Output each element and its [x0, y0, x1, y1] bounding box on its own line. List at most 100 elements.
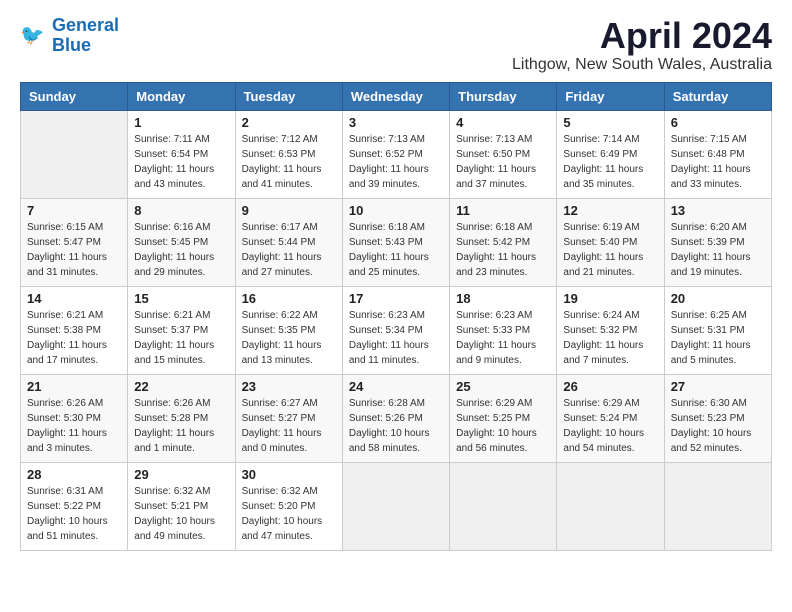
- calendar-cell: 23Sunrise: 6:27 AMSunset: 5:27 PMDayligh…: [235, 374, 342, 462]
- weekday-header-friday: Friday: [557, 82, 664, 110]
- calendar-cell: 24 Sunrise: 6:28 AMSunset: 5:26 PMDayligh…: [342, 374, 449, 462]
- weekday-header-saturday: Saturday: [664, 82, 771, 110]
- day-number: 20: [671, 291, 765, 306]
- day-info: Sunrise: 7:11 AMSunset: 6:54 PMDaylight:…: [134, 132, 228, 192]
- calendar-cell: 1 Sunrise: 7:11 AMSunset: 6:54 PMDaylight…: [128, 110, 235, 198]
- calendar-cell: 27 Sunrise: 6:30 AMSunset: 5:23 PMDayligh…: [664, 374, 771, 462]
- day-number: 4: [456, 115, 550, 130]
- calendar-cell: 18 Sunrise: 6:23 AMSunset: 5:33 PMDayligh…: [450, 286, 557, 374]
- weekday-header-thursday: Thursday: [450, 82, 557, 110]
- day-info: Sunrise: 6:17 AMSunset: 5:44 PMDaylight:…: [242, 220, 336, 280]
- calendar-cell: 19 Sunrise: 6:24 AMSunset: 5:32 PMDayligh…: [557, 286, 664, 374]
- day-number: 10: [349, 203, 443, 218]
- day-info: Sunrise: 7:13 AMSunset: 6:50 PMDaylight:…: [456, 132, 550, 192]
- day-info: Sunrise: 6:15 AMSunset: 5:47 PMDaylight:…: [27, 220, 121, 280]
- calendar-cell: 17Sunrise: 6:23 AMSunset: 5:34 PMDayligh…: [342, 286, 449, 374]
- day-number: 26: [563, 379, 657, 394]
- calendar-cell: 28 Sunrise: 6:31 AMSunset: 5:22 PMDayligh…: [21, 462, 128, 550]
- week-row-4: 21 Sunrise: 6:26 AMSunset: 5:30 PMDayligh…: [21, 374, 772, 462]
- calendar-cell: 29Sunrise: 6:32 AMSunset: 5:21 PMDayligh…: [128, 462, 235, 550]
- day-info: Sunrise: 6:21 AMSunset: 5:38 PMDaylight:…: [27, 308, 121, 368]
- day-info: Sunrise: 6:16 AMSunset: 5:45 PMDaylight:…: [134, 220, 228, 280]
- day-info: Sunrise: 6:28 AMSunset: 5:26 PMDaylight:…: [349, 396, 443, 456]
- day-info: Sunrise: 6:18 AMSunset: 5:43 PMDaylight:…: [349, 220, 443, 280]
- calendar-cell: 30 Sunrise: 6:32 AMSunset: 5:20 PMDayligh…: [235, 462, 342, 550]
- day-info: Sunrise: 7:13 AMSunset: 6:52 PMDaylight:…: [349, 132, 443, 192]
- day-number: 18: [456, 291, 550, 306]
- calendar-cell: [557, 462, 664, 550]
- day-number: 19: [563, 291, 657, 306]
- day-info: Sunrise: 6:23 AMSunset: 5:33 PMDaylight:…: [456, 308, 550, 368]
- logo-icon: 🐦: [20, 22, 48, 50]
- calendar-cell: 20Sunrise: 6:25 AMSunset: 5:31 PMDayligh…: [664, 286, 771, 374]
- calendar-cell: 11 Sunrise: 6:18 AMSunset: 5:42 PMDayligh…: [450, 198, 557, 286]
- month-year-title: April 2024: [512, 16, 772, 56]
- day-info: Sunrise: 7:15 AMSunset: 6:48 PMDaylight:…: [671, 132, 765, 192]
- calendar-cell: 12Sunrise: 6:19 AMSunset: 5:40 PMDayligh…: [557, 198, 664, 286]
- day-info: Sunrise: 6:20 AMSunset: 5:39 PMDaylight:…: [671, 220, 765, 280]
- day-number: 24: [349, 379, 443, 394]
- day-info: Sunrise: 6:26 AMSunset: 5:28 PMDaylight:…: [134, 396, 228, 456]
- calendar-cell: 10 Sunrise: 6:18 AMSunset: 5:43 PMDayligh…: [342, 198, 449, 286]
- weekday-header-wednesday: Wednesday: [342, 82, 449, 110]
- calendar-cell: [664, 462, 771, 550]
- day-number: 5: [563, 115, 657, 130]
- calendar-cell: 15 Sunrise: 6:21 AMSunset: 5:37 PMDayligh…: [128, 286, 235, 374]
- day-info: Sunrise: 6:26 AMSunset: 5:30 PMDaylight:…: [27, 396, 121, 456]
- day-info: Sunrise: 7:12 AMSunset: 6:53 PMDaylight:…: [242, 132, 336, 192]
- day-number: 3: [349, 115, 443, 130]
- calendar-cell: 14Sunrise: 6:21 AMSunset: 5:38 PMDayligh…: [21, 286, 128, 374]
- day-number: 22: [134, 379, 228, 394]
- day-info: Sunrise: 6:24 AMSunset: 5:32 PMDaylight:…: [563, 308, 657, 368]
- calendar-cell: 3 Sunrise: 7:13 AMSunset: 6:52 PMDaylight…: [342, 110, 449, 198]
- day-info: Sunrise: 6:31 AMSunset: 5:22 PMDaylight:…: [27, 484, 121, 544]
- page-header: 🐦 General Blue April 2024 Lithgow, New S…: [20, 16, 772, 74]
- day-number: 30: [242, 467, 336, 482]
- calendar-cell: 7Sunrise: 6:15 AMSunset: 5:47 PMDaylight…: [21, 198, 128, 286]
- day-number: 23: [242, 379, 336, 394]
- day-info: Sunrise: 6:29 AMSunset: 5:25 PMDaylight:…: [456, 396, 550, 456]
- calendar-cell: 16 Sunrise: 6:22 AMSunset: 5:35 PMDayligh…: [235, 286, 342, 374]
- calendar-cell: [450, 462, 557, 550]
- day-info: Sunrise: 6:32 AMSunset: 5:21 PMDaylight:…: [134, 484, 228, 544]
- day-number: 6: [671, 115, 765, 130]
- calendar-cell: 5 Sunrise: 7:14 AMSunset: 6:49 PMDaylight…: [557, 110, 664, 198]
- day-number: 27: [671, 379, 765, 394]
- day-info: Sunrise: 7:14 AMSunset: 6:49 PMDaylight:…: [563, 132, 657, 192]
- week-row-5: 28 Sunrise: 6:31 AMSunset: 5:22 PMDayligh…: [21, 462, 772, 550]
- calendar-table: SundayMondayTuesdayWednesdayThursdayFrid…: [20, 82, 772, 551]
- day-number: 13: [671, 203, 765, 218]
- day-info: Sunrise: 6:30 AMSunset: 5:23 PMDaylight:…: [671, 396, 765, 456]
- calendar-cell: 9 Sunrise: 6:17 AMSunset: 5:44 PMDaylight…: [235, 198, 342, 286]
- location-subtitle: Lithgow, New South Wales, Australia: [512, 56, 772, 74]
- calendar-cell: 4 Sunrise: 7:13 AMSunset: 6:50 PMDaylight…: [450, 110, 557, 198]
- day-number: 15: [134, 291, 228, 306]
- day-number: 28: [27, 467, 121, 482]
- day-info: Sunrise: 6:18 AMSunset: 5:42 PMDaylight:…: [456, 220, 550, 280]
- logo-text: General Blue: [52, 16, 119, 56]
- day-info: Sunrise: 6:19 AMSunset: 5:40 PMDaylight:…: [563, 220, 657, 280]
- calendar-cell: 13 Sunrise: 6:20 AMSunset: 5:39 PMDayligh…: [664, 198, 771, 286]
- calendar-cell: [342, 462, 449, 550]
- day-number: 9: [242, 203, 336, 218]
- day-info: Sunrise: 6:23 AMSunset: 5:34 PMDaylight:…: [349, 308, 443, 368]
- day-number: 21: [27, 379, 121, 394]
- svg-text:🐦: 🐦: [20, 24, 44, 46]
- day-info: Sunrise: 6:29 AMSunset: 5:24 PMDaylight:…: [563, 396, 657, 456]
- logo: 🐦 General Blue: [20, 16, 119, 56]
- day-number: 2: [242, 115, 336, 130]
- week-row-1: 1 Sunrise: 7:11 AMSunset: 6:54 PMDaylight…: [21, 110, 772, 198]
- calendar-cell: 25Sunrise: 6:29 AMSunset: 5:25 PMDayligh…: [450, 374, 557, 462]
- weekday-header-monday: Monday: [128, 82, 235, 110]
- day-number: 16: [242, 291, 336, 306]
- day-info: Sunrise: 6:21 AMSunset: 5:37 PMDaylight:…: [134, 308, 228, 368]
- day-number: 8: [134, 203, 228, 218]
- week-row-2: 7Sunrise: 6:15 AMSunset: 5:47 PMDaylight…: [21, 198, 772, 286]
- calendar-cell: 21 Sunrise: 6:26 AMSunset: 5:30 PMDayligh…: [21, 374, 128, 462]
- title-block: April 2024 Lithgow, New South Wales, Aus…: [512, 16, 772, 74]
- day-number: 1: [134, 115, 228, 130]
- day-number: 11: [456, 203, 550, 218]
- day-info: Sunrise: 6:22 AMSunset: 5:35 PMDaylight:…: [242, 308, 336, 368]
- week-row-3: 14Sunrise: 6:21 AMSunset: 5:38 PMDayligh…: [21, 286, 772, 374]
- day-info: Sunrise: 6:32 AMSunset: 5:20 PMDaylight:…: [242, 484, 336, 544]
